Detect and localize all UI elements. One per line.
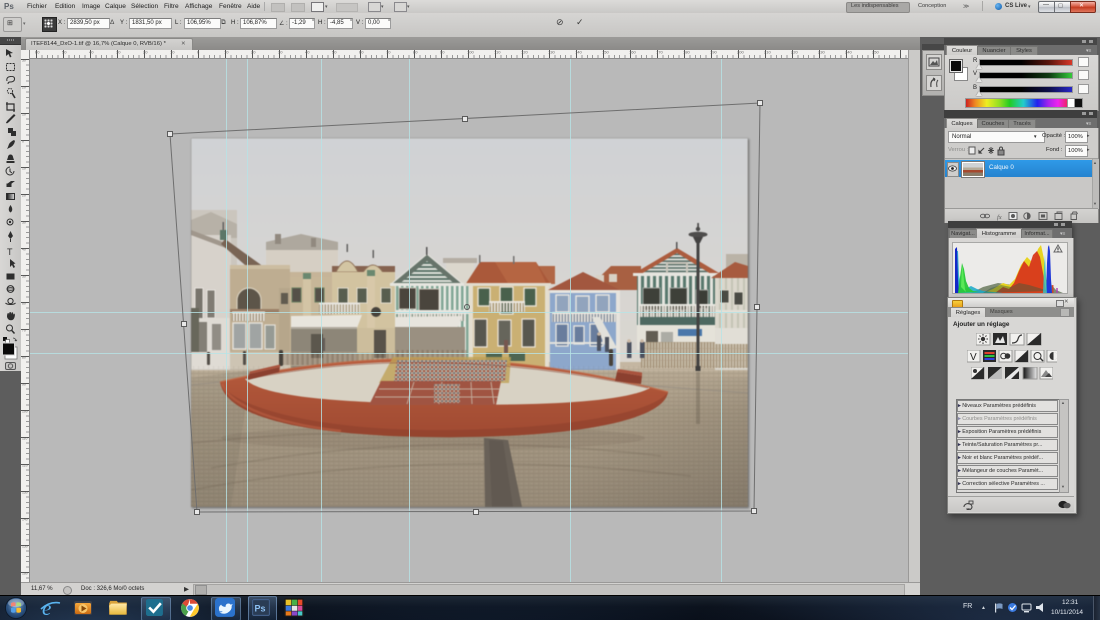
svg-text:fx: fx <box>997 214 1002 221</box>
svg-text:Ps: Ps <box>255 604 266 614</box>
svg-text:V: V <box>970 352 977 363</box>
svg-text:T: T <box>7 247 13 257</box>
